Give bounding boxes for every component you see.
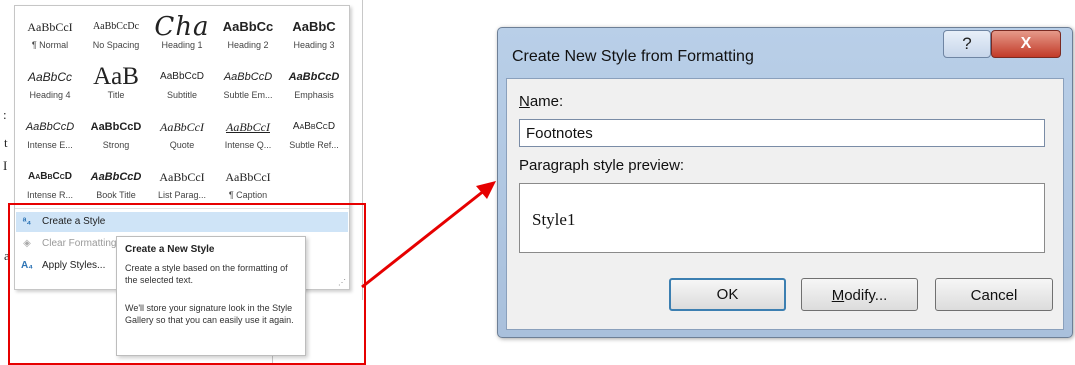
close-button[interactable]: X xyxy=(991,30,1061,58)
style-name: Heading 3 xyxy=(293,40,335,50)
create-style-dialog: Create New Style from Formatting ? X Nam… xyxy=(497,27,1073,338)
style-emphasis[interactable]: AaBbCcD Emphasis xyxy=(281,64,347,108)
style-sample: AaBbCc xyxy=(222,19,274,34)
style-name: Intense Q... xyxy=(224,140,272,150)
style-sample: AaB xyxy=(93,64,139,90)
style-name: Subtle Em... xyxy=(223,90,273,100)
style-name: ¶ Caption xyxy=(228,190,268,200)
style-normal[interactable]: AaBbCcI ¶ Normal xyxy=(17,14,83,58)
arrow-shaft xyxy=(361,188,486,289)
style-sample: AaBbCcDc xyxy=(92,21,140,32)
style-no-spacing[interactable]: AaBbCcDc No Spacing xyxy=(83,14,149,58)
style-name: Intense E... xyxy=(27,140,73,150)
style-name: Heading 4 xyxy=(29,90,71,100)
preview-label: Paragraph style preview: xyxy=(519,157,685,174)
style-name: Heading 2 xyxy=(227,40,269,50)
access-key: N xyxy=(519,93,530,110)
style-name: Strong xyxy=(102,140,130,150)
label-text: ame: xyxy=(529,93,564,110)
style-sample: AaBbCcI xyxy=(27,20,73,34)
dialog-body: Name: Footnotes Paragraph style preview:… xyxy=(506,78,1064,330)
style-name: Book Title xyxy=(96,190,136,200)
modify-button[interactable]: Modify... xyxy=(801,278,918,311)
access-key: M xyxy=(831,287,845,304)
document-text-fragment: t xyxy=(4,135,8,150)
cancel-button[interactable]: Cancel xyxy=(935,278,1053,311)
style-subtle-reference[interactable]: AaBbCcD Subtle Ref... xyxy=(281,114,347,158)
style-name: Title xyxy=(107,90,125,100)
red-highlight-box xyxy=(8,203,366,365)
style-sample: AaBbCcD xyxy=(90,121,142,133)
style-sample: AaBbCcD xyxy=(25,121,75,133)
name-input[interactable]: Footnotes xyxy=(519,119,1045,147)
style-name: Emphasis xyxy=(294,90,334,100)
dialog-title: Create New Style from Formatting xyxy=(512,48,754,65)
style-sample: Cha xyxy=(154,14,210,40)
style-sample: AaBbC xyxy=(292,19,336,34)
style-heading-1[interactable]: Cha Heading 1 xyxy=(149,14,215,58)
style-strong[interactable]: AaBbCcD Strong xyxy=(83,114,149,158)
style-quote[interactable]: AaBbCcI Quote xyxy=(149,114,215,158)
style-sample: AaBbCcD xyxy=(288,71,340,83)
style-sample: AaBbCcI xyxy=(159,170,205,184)
style-heading-2[interactable]: AaBbCc Heading 2 xyxy=(215,14,281,58)
name-label: Name: xyxy=(519,93,563,110)
style-sample: AaBbCcI xyxy=(225,170,271,184)
style-gallery-grid: AaBbCcI ¶ Normal AaBbCcDc No Spacing Cha… xyxy=(15,6,349,208)
document-text-fragment: : xyxy=(3,107,7,122)
help-button[interactable]: ? xyxy=(943,30,991,58)
style-sample: AaBbCcD xyxy=(223,71,273,83)
style-sample: AaBbCcD xyxy=(27,171,73,182)
preview-text: Style1 xyxy=(532,210,576,229)
style-name: List Parag... xyxy=(157,190,207,200)
style-intense-emphasis[interactable]: AaBbCcD Intense E... xyxy=(17,114,83,158)
style-name: Intense R... xyxy=(26,190,74,200)
style-intense-reference[interactable]: AaBbCcD Intense R... xyxy=(17,164,83,208)
style-caption[interactable]: AaBbCcI ¶ Caption xyxy=(215,164,281,208)
style-sample: AaBbCcI xyxy=(226,120,270,134)
style-subtle-emphasis[interactable]: AaBbCcD Subtle Em... xyxy=(215,64,281,108)
style-name: Heading 1 xyxy=(161,40,203,50)
style-heading-4[interactable]: AaBbCc Heading 4 xyxy=(17,64,83,108)
button-label: odify... xyxy=(844,287,888,304)
arrow-head xyxy=(476,181,496,199)
ok-button[interactable]: OK xyxy=(669,278,786,311)
style-preview-box: Style1 xyxy=(519,183,1045,253)
style-title[interactable]: AaB Title xyxy=(83,64,149,108)
style-sample: AaBbCc xyxy=(27,70,73,84)
style-intense-quote[interactable]: AaBbCcI Intense Q... xyxy=(215,114,281,158)
style-name: Subtitle xyxy=(166,90,198,100)
style-list-paragraph[interactable]: AaBbCcI List Parag... xyxy=(149,164,215,208)
style-name: ¶ Normal xyxy=(31,40,69,50)
style-subtitle[interactable]: AaBbCcD Subtitle xyxy=(149,64,215,108)
style-sample: AaBbCcD xyxy=(292,121,336,132)
style-name: Quote xyxy=(169,140,195,150)
style-name: No Spacing xyxy=(92,40,140,50)
style-name: Subtle Ref... xyxy=(289,140,339,150)
style-sample: AaBbCcD xyxy=(160,71,204,82)
style-heading-3[interactable]: AaBbC Heading 3 xyxy=(281,14,347,58)
style-sample: AaBbCcI xyxy=(160,120,204,134)
document-text-fragment: I xyxy=(3,158,8,173)
style-sample: AaBbCcD xyxy=(90,171,142,183)
style-book-title[interactable]: AaBbCcD Book Title xyxy=(83,164,149,208)
